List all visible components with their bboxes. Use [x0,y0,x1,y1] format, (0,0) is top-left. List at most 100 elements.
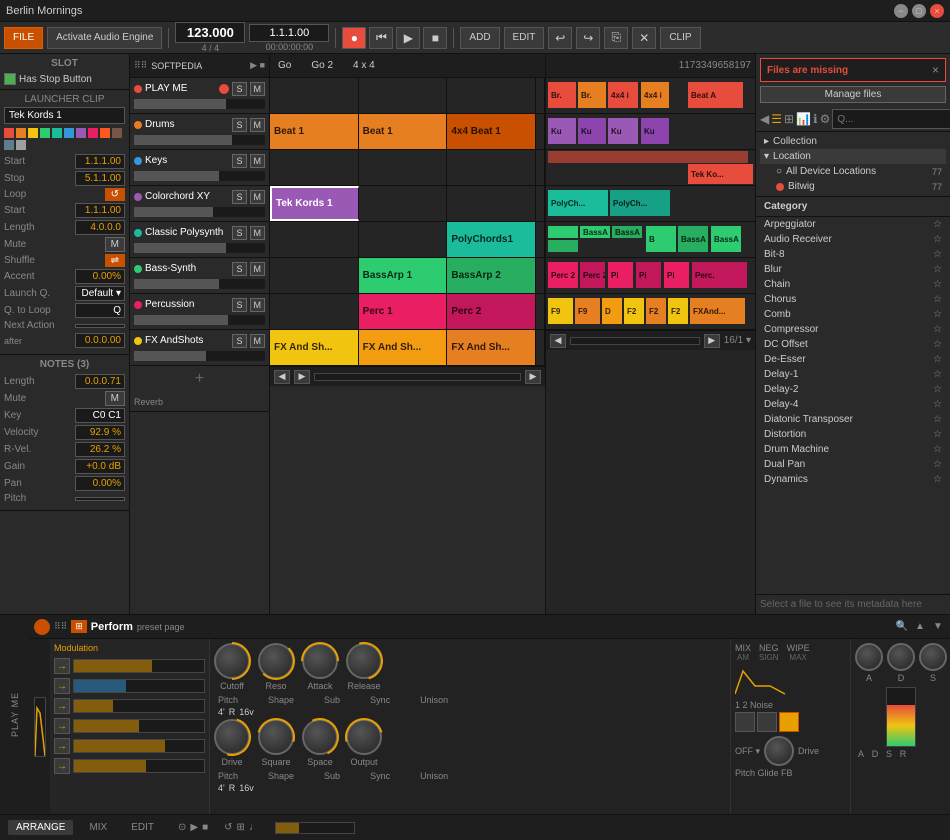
browser-info-btn[interactable]: ℹ [813,109,818,129]
cat-star-delay4[interactable]: ☆ [933,399,942,410]
arr-clip-bass-5[interactable]: B [646,226,676,252]
track-s-keys[interactable]: S [232,154,246,168]
track-s-basssynth[interactable]: S [232,262,246,276]
clip-polysynth-1[interactable] [270,222,359,257]
arr-clip-perc-3[interactable]: Pi [608,262,633,288]
clip-polysynth-3[interactable]: PolyChords1 [447,222,536,257]
track-s-colorchord[interactable]: S [232,190,246,204]
cat-chorus[interactable]: Chorus ☆ [756,292,950,307]
knob-reso[interactable] [258,643,294,679]
color-red[interactable] [4,128,14,138]
knob-cutoff[interactable] [214,643,250,679]
arr-clip-fx-1[interactable]: F9 [548,298,573,324]
color-yellow[interactable] [28,128,38,138]
clip-percussion-3[interactable]: Perc 2 [447,294,536,329]
arr-clip-bass-6[interactable]: BassA [678,226,708,252]
arr-clip-fx-2[interactable]: F9 [575,298,600,324]
clip-fxshots-4[interactable] [536,330,545,365]
clip-play-me-3[interactable] [447,78,536,113]
mod-arrow-3[interactable]: → [54,698,70,714]
cat-star-dynamics[interactable]: ☆ [933,474,942,485]
arr-clip-play-me-4[interactable]: 4x4 i [641,82,669,108]
clip-colorchord-4[interactable] [536,186,545,221]
arr-clip-bass-1[interactable] [548,226,578,238]
cat-star-delay2[interactable]: ☆ [933,384,942,395]
punch-icon[interactable]: ⊞ [237,822,245,833]
arr-clip-perc-6[interactable]: Perc. [692,262,747,288]
track-m-polysynth[interactable]: M [250,226,266,240]
redo-button[interactable]: ↪ [576,27,600,49]
s-btn[interactable]: S [883,749,895,759]
close-button[interactable]: × [930,4,944,18]
track-s-fxshots[interactable]: S [232,334,246,348]
clip-polysynth-4[interactable] [536,222,545,257]
manage-files-button[interactable]: Manage files [760,86,946,103]
cat-star-drum-machine[interactable]: ☆ [933,444,942,455]
mod-arrow-4[interactable]: → [54,718,70,734]
cat-star-chain[interactable]: ☆ [933,279,942,290]
cat-chain[interactable]: Chain ☆ [756,277,950,292]
gain-value[interactable]: +0.0 dB [75,459,125,474]
arr-clip-fx-5[interactable]: F2 [646,298,666,324]
clip-drums-4[interactable] [536,114,545,149]
cat-star-compressor[interactable]: ☆ [933,324,942,335]
color-pink[interactable] [88,128,98,138]
d-btn[interactable]: D [869,749,881,759]
has-stop-checkbox[interactable] [4,73,16,85]
mod-arrow-2[interactable]: → [54,678,70,694]
clip-keys-1[interactable] [270,150,359,185]
clip-button[interactable]: CLIP [660,27,700,49]
arr-nav-right[interactable]: ▶ [704,334,720,348]
add-track-button[interactable]: + [130,366,269,392]
mod-arrow-5[interactable]: → [54,738,70,754]
tab-edit[interactable]: EDIT [123,820,162,835]
cat-blur[interactable]: Blur ☆ [756,262,950,277]
track-m-play-me[interactable]: M [250,82,266,96]
nav-prev-btn[interactable]: ◀ [274,370,290,384]
clip-fxshots-2[interactable]: FX And Sh... [359,330,448,365]
track-s-polysynth[interactable]: S [232,226,246,240]
knob-square[interactable] [258,719,294,755]
bitwig-row[interactable]: Bitwig 77 [760,179,946,194]
clip-keys-4[interactable] [536,150,545,185]
cat-star-bit8[interactable]: ☆ [933,249,942,260]
color-blue[interactable] [64,128,74,138]
stop-value[interactable]: 5.1.1.00 [75,171,125,186]
arr-clip-colorchord-2[interactable]: PolyCh... [610,190,670,216]
cat-star-audio-receiver[interactable]: ☆ [933,234,942,245]
track-m-drums[interactable]: M [250,118,266,132]
color-green[interactable] [40,128,50,138]
clip-drums-3[interactable]: 4x4 Beat 1 [447,114,536,149]
clip-name-box[interactable]: Tek Kords 1 [4,107,125,124]
color-teal[interactable] [52,128,62,138]
browser-chart-btn[interactable]: 📊 [796,109,811,129]
clip-basssynth-3[interactable]: BassArp 2 [447,258,536,293]
cat-arpeggiator[interactable]: Arpeggiator ☆ [756,217,950,232]
pan-value[interactable]: 0.00% [75,476,125,491]
up-arrow-btn[interactable]: ▲ [912,619,928,635]
down-arrow-btn[interactable]: ▼ [930,619,946,635]
knob-space[interactable] [302,719,338,755]
record-button[interactable]: ● [342,27,366,49]
clip-keys-3[interactable] [447,150,536,185]
browser-settings-btn[interactable]: ⚙ [820,109,831,129]
clip-scrollbar-h[interactable] [314,373,521,381]
cat-delay4[interactable]: Delay-4 ☆ [756,397,950,412]
cat-dual-pan[interactable]: Dual Pan ☆ [756,457,950,472]
cat-star-delay1[interactable]: ☆ [933,369,942,380]
arr-clip-bass-4[interactable]: BassA [612,226,642,238]
a-btn[interactable]: A [855,749,867,759]
undo-button[interactable]: ↩ [548,27,572,49]
clip-basssynth-2[interactable]: BassArp 1 [359,258,448,293]
cat-comb[interactable]: Comb ☆ [756,307,950,322]
arr-scrollbar[interactable] [570,337,700,345]
r-btn[interactable]: R [897,749,909,759]
tab-mix[interactable]: MIX [81,820,115,835]
mute-btn[interactable]: M [105,237,125,252]
cat-star-blur[interactable]: ☆ [933,264,942,275]
rec-icon[interactable]: ⊙ [178,822,186,833]
color-grey[interactable] [16,140,26,150]
drive-knob[interactable] [764,736,794,766]
clip-keys-2[interactable] [359,150,448,185]
arr-clip-keys-line[interactable] [548,151,748,163]
